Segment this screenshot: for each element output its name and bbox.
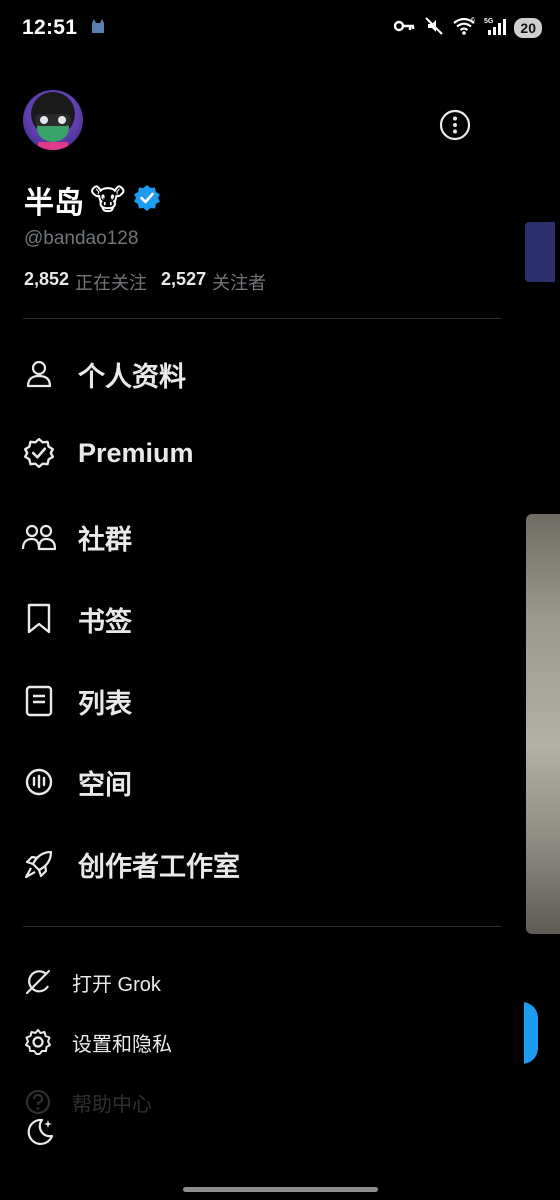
notification-cat-icon — [89, 17, 107, 40]
display-name: 半岛 — [24, 187, 84, 220]
menu-item-label: 列表 — [78, 688, 132, 719]
divider — [23, 318, 501, 319]
menu-item-settings[interactable]: 设置和隐私 — [24, 1022, 172, 1062]
svg-text:6: 6 — [471, 17, 475, 24]
verified-badge-icon — [22, 436, 56, 470]
avatar[interactable] — [23, 90, 83, 150]
menu-item-bookmarks[interactable]: 书签 — [22, 591, 132, 647]
more-options-button[interactable] — [438, 108, 472, 142]
status-bar: 12:51 6 5G 20 — [0, 0, 560, 56]
gear-icon — [24, 1028, 52, 1056]
menu-item-label: 书签 — [78, 606, 132, 637]
menu-item-label: 社群 — [78, 524, 132, 555]
help-icon — [24, 1088, 52, 1116]
menu-item-grok[interactable]: 打开 Grok — [24, 962, 161, 1002]
background-compose-button — [522, 1002, 538, 1064]
people-icon — [22, 520, 56, 554]
menu-item-label: Premium — [78, 437, 194, 468]
wifi-icon: 6 — [452, 16, 476, 41]
menu-item-creator-studio[interactable]: 创作者工作室 — [22, 836, 240, 892]
menu-item-label: 创作者工作室 — [78, 851, 240, 882]
menu-item-profile[interactable]: 个人资料 — [22, 346, 186, 402]
follow-stats: 2,852 正在关注 2,527 关注者 — [24, 269, 274, 295]
key-icon — [394, 19, 416, 38]
background-photo — [526, 514, 560, 934]
user-handle: @bandao128 — [24, 228, 139, 249]
divider — [23, 926, 501, 927]
navigation-drawer: 半岛 🐮 @bandao128 2,852 正在关注 2,527 关注者 个人资… — [0, 56, 524, 1200]
list-icon — [22, 684, 56, 718]
cow-emoji: 🐮 — [90, 183, 126, 217]
menu-item-premium[interactable]: Premium — [22, 425, 194, 481]
home-indicator[interactable] — [183, 1187, 378, 1192]
battery-indicator: 20 — [514, 18, 542, 38]
spaces-icon — [22, 765, 56, 799]
menu-item-label: 设置和隐私 — [72, 1033, 172, 1056]
following-label[interactable]: 正在关注 — [75, 269, 147, 295]
menu-item-lists[interactable]: 列表 — [22, 673, 132, 729]
menu-item-label: 帮助中心 — [72, 1093, 152, 1116]
menu-item-label: 空间 — [78, 769, 132, 800]
mute-icon — [424, 16, 444, 41]
profile-name-row[interactable]: 半岛 🐮 — [24, 178, 162, 222]
menu-item-label: 个人资料 — [78, 361, 186, 392]
followers-label[interactable]: 关注者 — [212, 269, 266, 295]
signal-icon: 5G — [484, 16, 507, 41]
person-icon — [22, 357, 56, 391]
background-avatar — [525, 222, 555, 282]
svg-text:5G: 5G — [484, 18, 494, 25]
menu-item-communities[interactable]: 社群 — [22, 509, 132, 565]
menu-item-label: 打开 Grok — [72, 973, 161, 996]
following-count[interactable]: 2,852 — [24, 269, 69, 295]
followers-count[interactable]: 2,527 — [161, 269, 206, 295]
status-time: 12:51 — [22, 16, 78, 39]
verified-badge-icon — [132, 183, 162, 218]
grok-icon — [24, 968, 52, 996]
bookmark-icon — [22, 602, 56, 636]
menu-item-spaces[interactable]: 空间 — [22, 754, 132, 810]
dark-mode-moon-icon[interactable] — [24, 1116, 56, 1148]
rocket-icon — [22, 847, 56, 881]
